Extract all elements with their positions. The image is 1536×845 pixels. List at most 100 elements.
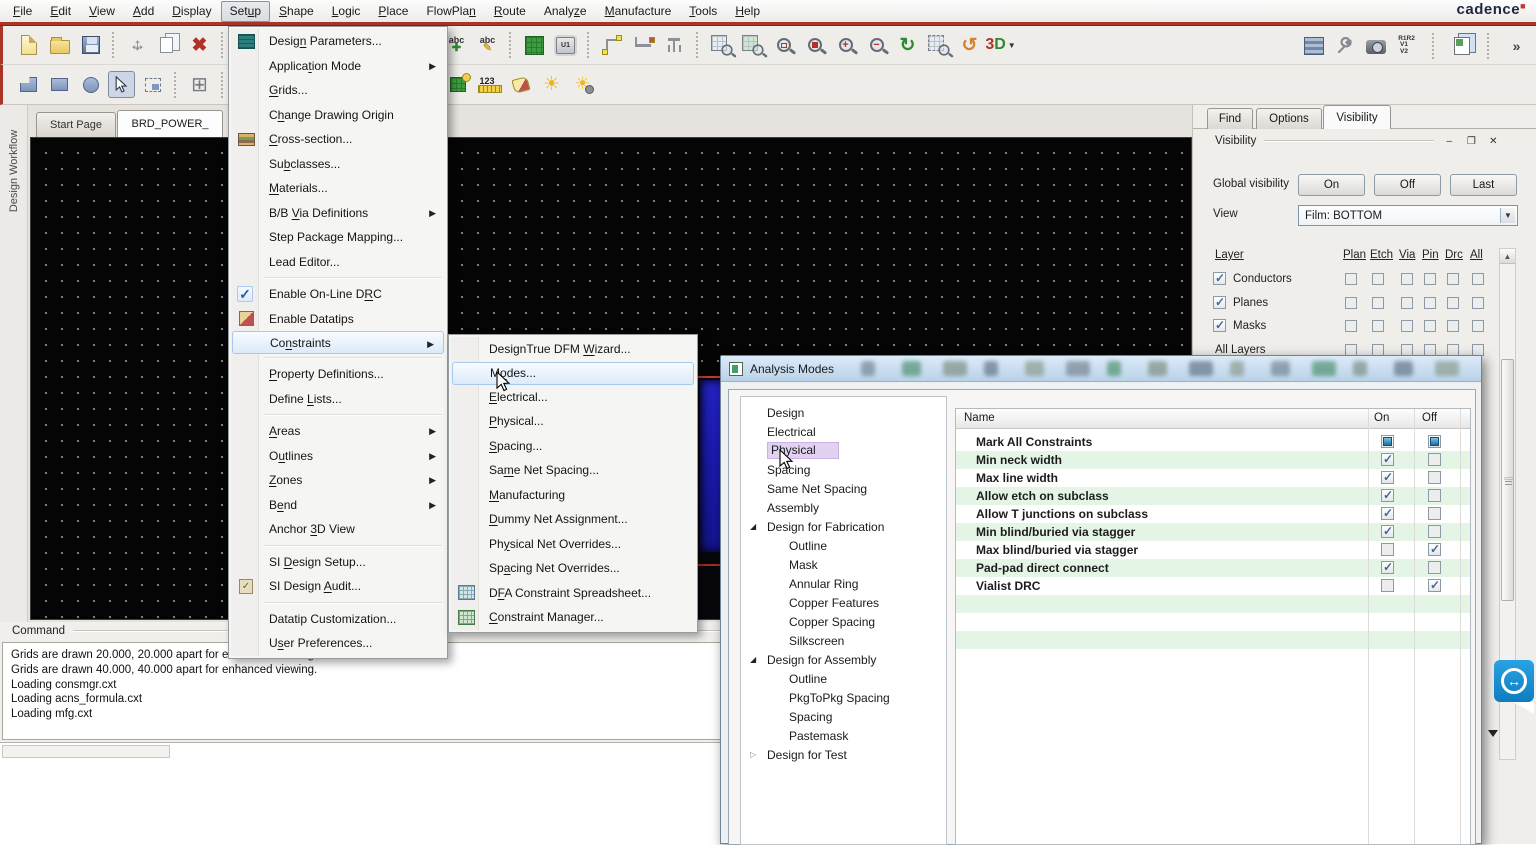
pane-minimize-button[interactable]: – xyxy=(1442,136,1456,147)
copy-icon[interactable] xyxy=(155,32,182,59)
menu-item-application-mode[interactable]: Application Mode▶ xyxy=(231,54,445,79)
menu-item-step-package-mapping[interactable]: Step Package Mapping... xyxy=(231,225,445,250)
menu-item-lead-editor[interactable]: Lead Editor... xyxy=(231,250,445,275)
menu-item-anchor-3d-view[interactable]: Anchor 3D View xyxy=(231,517,445,542)
expanded-icon[interactable]: ◢ xyxy=(750,522,756,531)
menubar-item-display[interactable]: Display xyxy=(163,1,220,22)
zoom-by-points-icon[interactable] xyxy=(708,32,735,59)
overflow-chevron-icon[interactable]: » xyxy=(1503,32,1530,59)
menu-item-si-design-setup[interactable]: SI Design Setup... xyxy=(231,550,445,575)
zoom-center-icon[interactable] xyxy=(801,32,828,59)
menu-item-bend[interactable]: Bend▶ xyxy=(231,493,445,518)
stub-route-icon[interactable] xyxy=(661,32,688,59)
tab-board[interactable]: BRD_POWER_ xyxy=(117,110,223,137)
layer-col-drc[interactable]: Drc xyxy=(1445,249,1463,261)
grid-checkbox-etch[interactable] xyxy=(1372,320,1384,332)
shape-polygon-icon[interactable] xyxy=(15,71,42,98)
menubar-item-place[interactable]: Place xyxy=(369,1,417,22)
menubar-item-analyze[interactable]: Analyze xyxy=(535,1,596,22)
bubble-route-icon[interactable] xyxy=(630,32,657,59)
documents-icon[interactable] xyxy=(1448,32,1475,59)
grid-checkbox-all[interactable] xyxy=(1472,344,1484,356)
tree-item-electrical[interactable]: Electrical xyxy=(741,422,946,441)
menubar-item-flowplan[interactable]: FlowPlan xyxy=(417,1,484,22)
menubar-item-setup[interactable]: Setup xyxy=(221,1,270,22)
view-dropdown[interactable]: Film: BOTTOM ▼ xyxy=(1298,205,1518,226)
off-checkbox[interactable] xyxy=(1428,579,1441,592)
on-checkbox[interactable] xyxy=(1381,579,1394,592)
analysis-mode-tree[interactable]: DesignElectricalPhysicalSpacingSame Net … xyxy=(740,396,947,845)
grid-checkbox-etch[interactable] xyxy=(1372,297,1384,309)
menu-item-datatip-customization[interactable]: Datatip Customization... xyxy=(231,607,445,632)
grid-checkbox-pin[interactable] xyxy=(1424,273,1436,285)
collapsed-icon[interactable]: ▷ xyxy=(750,750,756,759)
menu-item-enable-on-line-drc[interactable]: ✓Enable On-Line DRC xyxy=(231,282,445,307)
design-workflow-strip[interactable]: Design Workflow xyxy=(0,105,28,625)
menu-item-property-definitions[interactable]: Property Definitions... xyxy=(231,362,445,387)
tree-item-copper-spacing[interactable]: Copper Spacing xyxy=(741,612,946,631)
place-component-icon[interactable]: U1 xyxy=(552,32,579,59)
menubar-item-view[interactable]: View xyxy=(80,1,124,22)
text-edit-icon[interactable]: abc✎ xyxy=(474,32,501,59)
grid-checkbox-via[interactable] xyxy=(1401,344,1413,356)
grid-checkbox-drc[interactable] xyxy=(1447,320,1459,332)
measure-icon[interactable]: 123 xyxy=(476,71,503,98)
off-checkbox[interactable] xyxy=(1428,435,1441,448)
grid-checkbox-via[interactable] xyxy=(1401,320,1413,332)
board-geometry-icon[interactable] xyxy=(521,32,548,59)
dialog-titlebar[interactable]: Analysis Modes xyxy=(721,356,1481,382)
on-checkbox[interactable] xyxy=(1381,561,1394,574)
on-checkbox[interactable] xyxy=(1381,525,1394,538)
layer-checkbox[interactable] xyxy=(1213,319,1226,332)
tree-item-outline[interactable]: Outline xyxy=(741,536,946,555)
grid-checkbox-via[interactable] xyxy=(1401,273,1413,285)
menubar-item-help[interactable]: Help xyxy=(726,1,769,22)
grid-checkbox-etch[interactable] xyxy=(1372,273,1384,285)
menu-item-enable-datatips[interactable]: Enable Datatips xyxy=(231,307,445,332)
menu-item-design-parameters[interactable]: Design Parameters... xyxy=(231,29,445,54)
layer-col-all[interactable]: All xyxy=(1470,249,1483,261)
menubar-item-route[interactable]: Route xyxy=(485,1,535,22)
tree-item-spacing[interactable]: Spacing xyxy=(741,707,946,726)
grid-checkbox-etch[interactable] xyxy=(1372,344,1384,356)
global-visibility-off-button[interactable]: Off xyxy=(1374,174,1441,196)
grid-checkbox-plan[interactable] xyxy=(1345,320,1357,332)
tab-start-page[interactable]: Start Page xyxy=(36,112,116,137)
grid-checkbox-drc[interactable] xyxy=(1447,344,1459,356)
menu-item-same-net-spacing[interactable]: Same Net Spacing... xyxy=(451,458,695,483)
remote-control-widget[interactable]: ↔ xyxy=(1494,660,1534,702)
tree-item-outline[interactable]: Outline xyxy=(741,669,946,688)
global-visibility-on-button[interactable]: On xyxy=(1298,174,1365,196)
redraw-icon[interactable]: ↻ xyxy=(894,32,921,59)
menu-item-areas[interactable]: Areas▶ xyxy=(231,419,445,444)
shape-rectangular-icon[interactable] xyxy=(46,71,73,98)
grid-checkbox-pin[interactable] xyxy=(1424,344,1436,356)
off-checkbox[interactable] xyxy=(1428,543,1441,556)
shadow-toggle-icon[interactable]: ☀ xyxy=(538,71,565,98)
menubar-item-shape[interactable]: Shape xyxy=(270,1,323,22)
menubar-item-edit[interactable]: Edit xyxy=(41,1,80,22)
menu-item-user-preferences[interactable]: User Preferences... xyxy=(231,631,445,656)
tree-item-silkscreen[interactable]: Silkscreen xyxy=(741,631,946,650)
menu-item-manufacturing[interactable]: Manufacturing xyxy=(451,483,695,508)
slide-route-icon[interactable] xyxy=(599,32,626,59)
zoom-in-icon[interactable]: + xyxy=(832,32,859,59)
grid-checkbox-pin[interactable] xyxy=(1424,320,1436,332)
delete-icon[interactable]: ✖ xyxy=(186,32,213,59)
menu-item-physical[interactable]: Physical... xyxy=(451,409,695,434)
snapshot-icon[interactable] xyxy=(1362,32,1389,59)
tree-item-spacing[interactable]: Spacing xyxy=(741,460,946,479)
menu-item-zones[interactable]: Zones▶ xyxy=(231,468,445,493)
off-checkbox[interactable] xyxy=(1428,561,1441,574)
on-checkbox[interactable] xyxy=(1381,507,1394,520)
menu-item-designtrue-dfm-wizard[interactable]: DesignTrue DFM Wizard... xyxy=(451,337,695,362)
grid-checkbox-drc[interactable] xyxy=(1447,297,1459,309)
grid-checkbox-all[interactable] xyxy=(1472,273,1484,285)
property-edit-icon[interactable] xyxy=(445,71,472,98)
tree-item-physical[interactable]: Physical xyxy=(741,441,946,460)
menu-item-dummy-net-assignment[interactable]: Dummy Net Assignment... xyxy=(451,507,695,532)
cross-section-viewer-icon[interactable] xyxy=(1300,32,1327,59)
tree-item-copper-features[interactable]: Copper Features xyxy=(741,593,946,612)
collapse-caret-icon[interactable] xyxy=(1488,730,1498,742)
menu-item-dfa-constraint-spreadsheet[interactable]: DFA Constraint Spreadsheet... xyxy=(451,581,695,606)
